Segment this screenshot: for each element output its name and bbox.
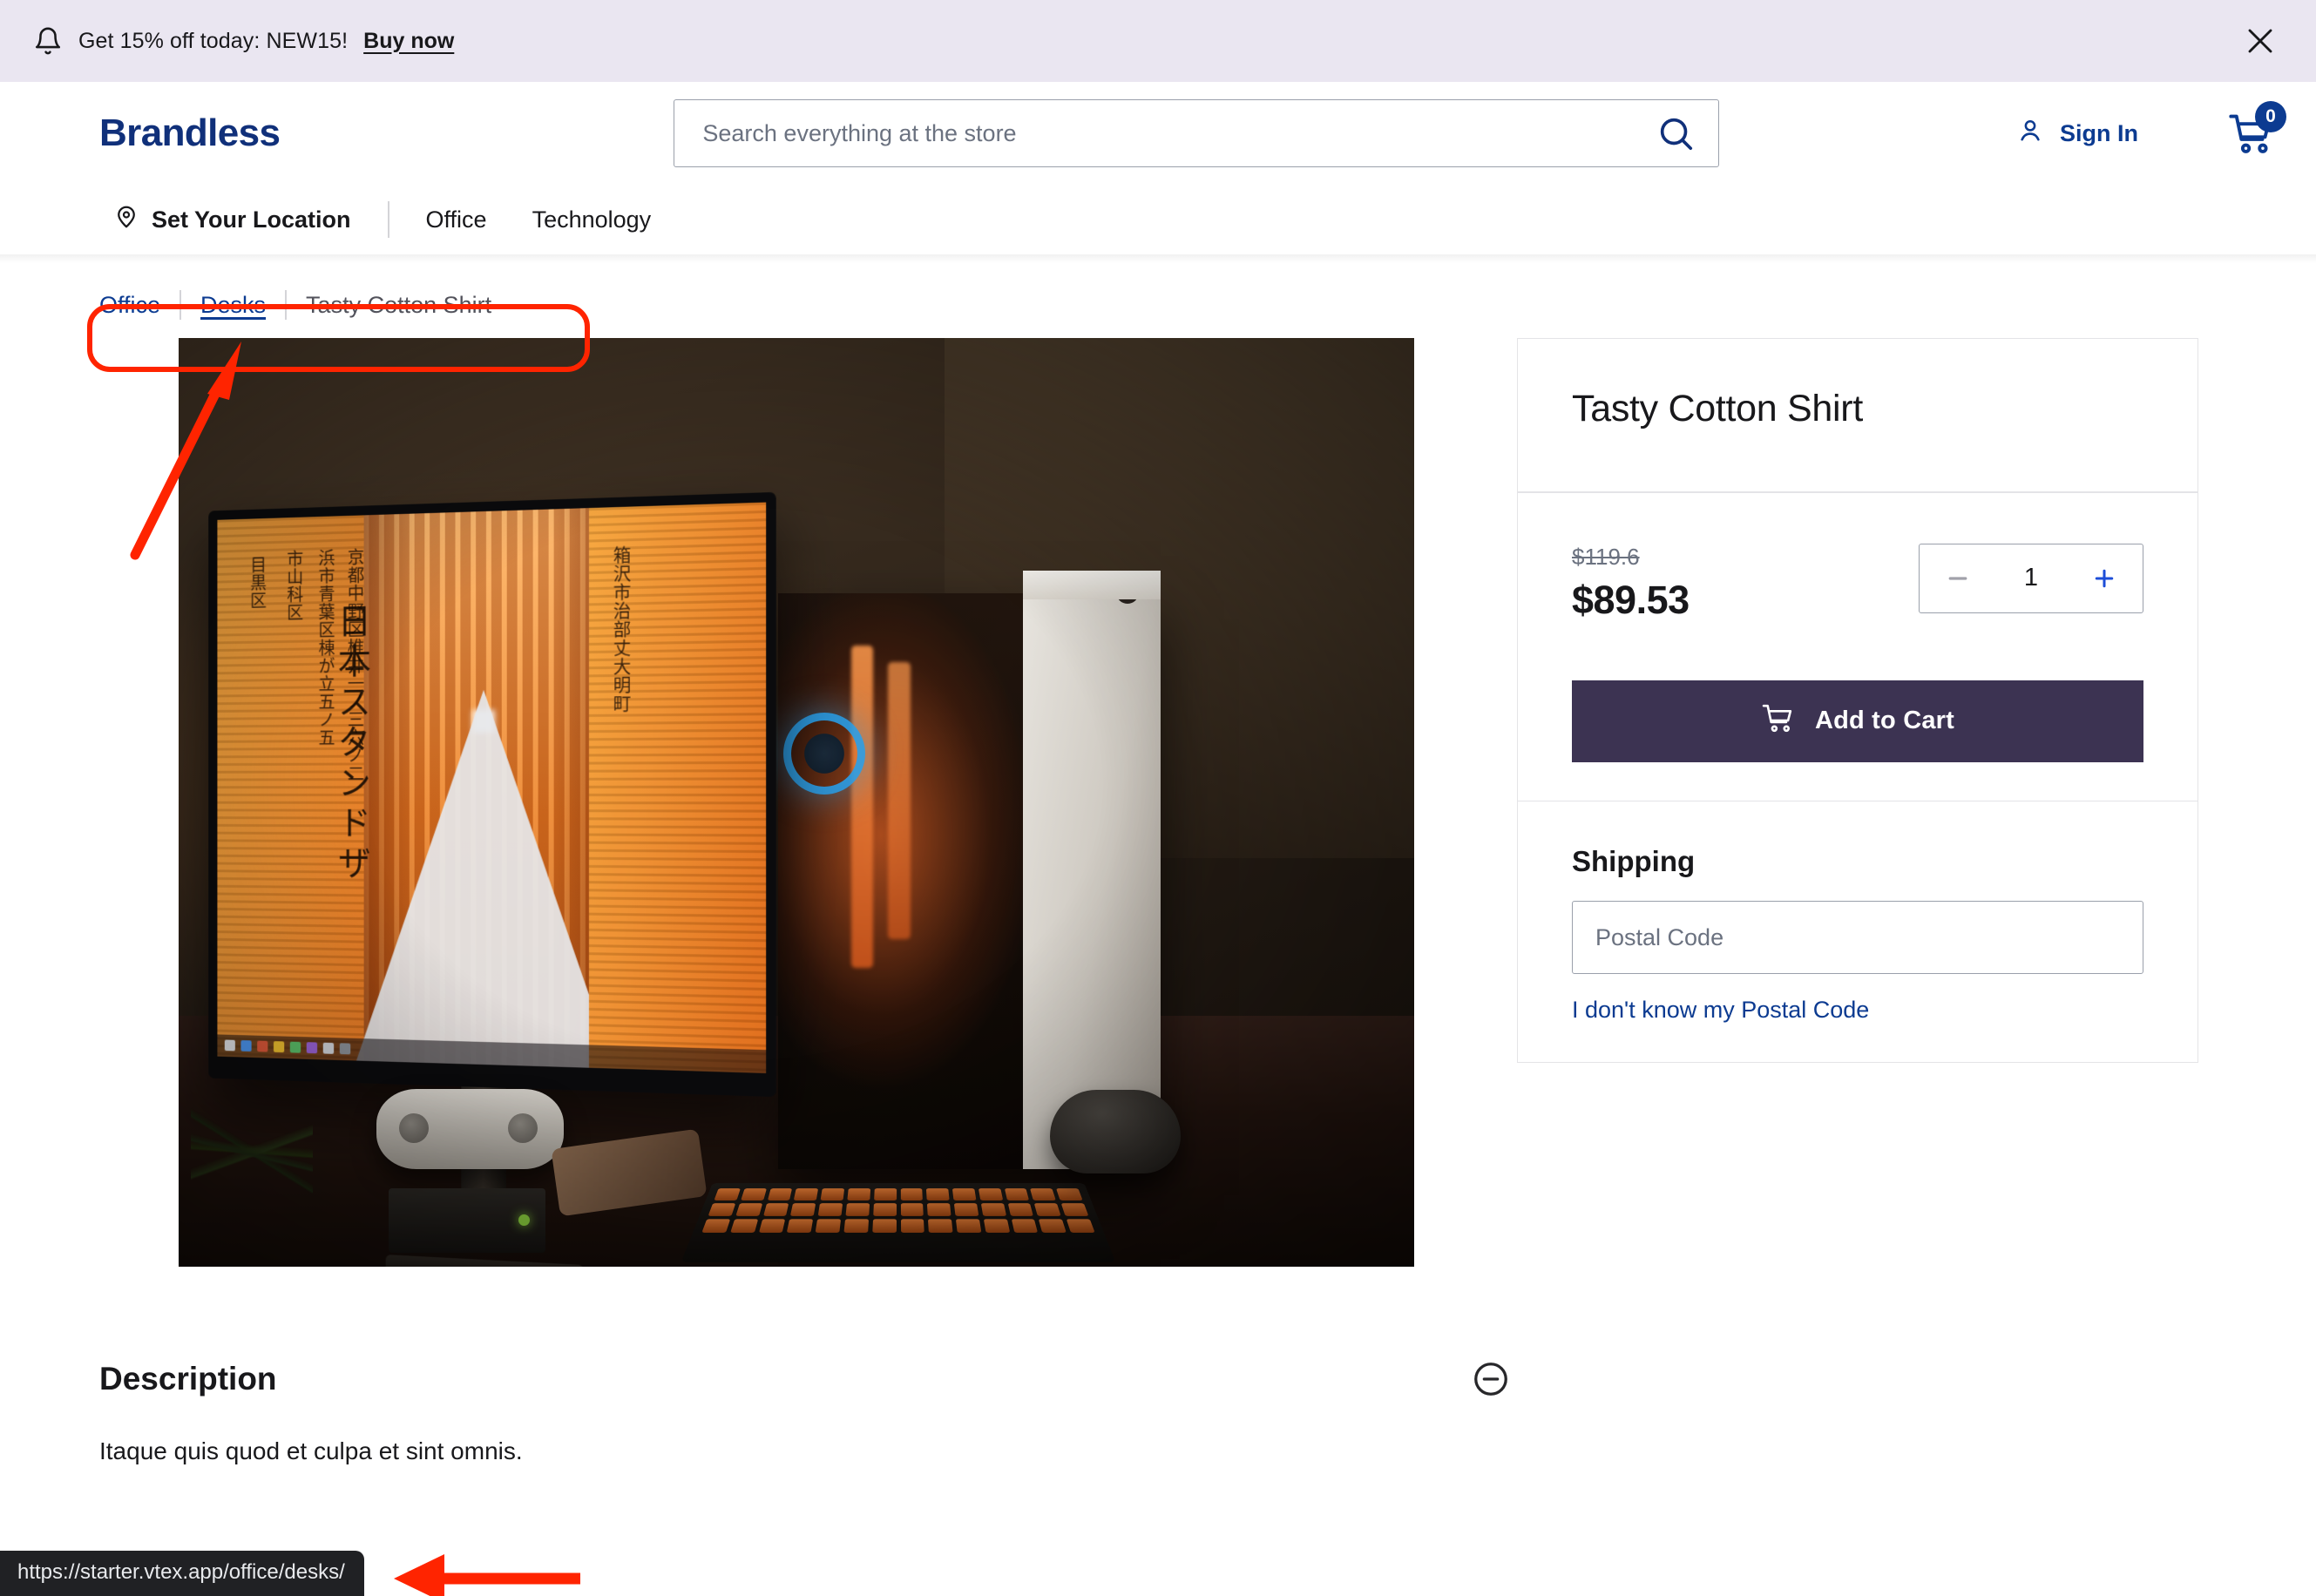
product-image[interactable]: 日本スタンドザ 目黒区 市山科区 浜市青葉区棟が立五ノ五 京都中野区椎井一ノ三六… [179, 338, 1414, 1267]
keyboard [681, 1182, 1115, 1262]
quantity-stepper[interactable]: 1 [1919, 543, 2143, 613]
description-title: Description [99, 1361, 277, 1396]
brand-logo[interactable]: Brandless [99, 112, 281, 155]
close-icon[interactable] [2245, 25, 2276, 57]
location-pin-icon [113, 204, 139, 236]
set-location-label: Set Your Location [152, 206, 351, 233]
description-section: Description Itaque quis quod et culpa et… [0, 1359, 2316, 1465]
buybox-title-section: Tasty Cotton Shirt [1518, 339, 2197, 491]
screen-kanji-col: 浜市青葉区棟が立五ノ五 [315, 548, 335, 747]
cart-button[interactable]: 0 [2227, 101, 2286, 156]
product-photo: 日本スタンドザ 目黒区 市山科区 浜市青葉区棟が立五ノ五 京都中野区椎井一ノ三六… [179, 338, 1414, 1267]
header-actions: Sign In 0 [2015, 101, 2286, 156]
header-shadow [0, 254, 2316, 263]
minus-icon [1948, 576, 1967, 580]
selling-price: $89.53 [1572, 577, 1690, 622]
list-price: $119.6 [1572, 543, 1640, 570]
audio-interface [389, 1188, 546, 1254]
screen-kanji-col: 目黒区 [247, 555, 267, 610]
breadcrumb-item-desks[interactable]: Desks [200, 292, 266, 319]
user-icon [2015, 116, 2045, 152]
set-location-button[interactable]: Set Your Location [113, 204, 351, 236]
breadcrumb-separator [285, 290, 288, 320]
postal-code-help-link[interactable]: I don't know my Postal Code [1572, 997, 1869, 1024]
add-to-cart-label: Add to Cart [1814, 707, 1955, 734]
status-bar-url: https://starter.vtex.app/office/desks/ [0, 1551, 364, 1596]
shipping-title: Shipping [1572, 845, 1696, 877]
quantity-increment-button[interactable] [2085, 559, 2123, 598]
buybox-purchase-section: $119.6 $89.53 1 Add to Cart [1518, 493, 2197, 801]
description-header[interactable]: Description [99, 1359, 1511, 1399]
description-body: Itaque quis quod et culpa et sint omnis. [99, 1437, 523, 1464]
annotation-arrow-status-url [394, 1554, 580, 1596]
search-input[interactable] [701, 118, 1656, 148]
monitor-screen: 日本スタンドザ 目黒区 市山科区 浜市青葉区棟が立五ノ五 京都中野区椎井一ノ三六… [217, 502, 767, 1073]
cart-icon [1761, 701, 1796, 741]
header-main-row: Brandless Sign In [0, 82, 2316, 185]
breadcrumb-item-current: Tasty Cotton Shirt [306, 291, 492, 318]
gamepad [376, 1089, 564, 1170]
quantity-value: 1 [2023, 564, 2039, 592]
announcement-text: Get 15% off today: NEW15! [78, 28, 349, 53]
plus-icon [2095, 569, 2114, 587]
site-header: Brandless Sign In [0, 82, 2316, 263]
screen-kanji-col: 箱沢市治部丈大明町 [610, 545, 632, 713]
quantity-decrement-button[interactable] [1939, 559, 1977, 598]
search-icon[interactable] [1656, 113, 1696, 153]
screen-kanji-col: 京都中野区椎井一ノ三六ノ二 [344, 547, 365, 782]
bell-icon [33, 26, 63, 56]
sign-in-label: Sign In [2060, 119, 2138, 146]
header-nav-row: Set Your Location Office Technology [0, 185, 2316, 254]
search-bar[interactable] [674, 99, 1720, 167]
mouse [1049, 1090, 1181, 1174]
product-main: 日本スタンドザ 目黒区 市山科区 浜市青葉区棟が立五ノ五 京都中野区椎井一ノ三六… [0, 324, 2316, 1267]
price-block: $119.6 $89.53 [1572, 544, 1690, 623]
nav-link-office[interactable]: Office [426, 206, 487, 233]
circle-minus-icon[interactable] [1471, 1359, 1511, 1399]
product-buybox: Tasty Cotton Shirt $119.6 $89.53 1 Add t… [1517, 338, 2198, 1063]
sign-in-button[interactable]: Sign In [2015, 116, 2138, 152]
pc-case [777, 570, 1161, 1170]
announcement-content: Get 15% off today: NEW15! Buy now [33, 26, 454, 56]
nav-divider [387, 201, 389, 238]
shipping-section: Shipping I don't know my Postal Code [1518, 801, 2197, 1062]
announcement-bar: Get 15% off today: NEW15! Buy now [0, 0, 2316, 82]
plant [191, 1047, 314, 1248]
postal-code-input[interactable] [1572, 901, 2143, 974]
add-to-cart-button[interactable]: Add to Cart [1572, 680, 2143, 762]
nav-link-technology[interactable]: Technology [532, 206, 652, 233]
price-row: $119.6 $89.53 1 [1572, 531, 2143, 623]
screen-kanji-col: 市山科区 [283, 549, 304, 622]
monitor: 日本スタンドザ 目黒区 市山科区 浜市青葉区棟が立五ノ五 京都中野区椎井一ノ三六… [208, 491, 776, 1267]
cart-count-badge: 0 [2255, 101, 2286, 132]
breadcrumb-item-office[interactable]: Office [99, 292, 160, 319]
page-title: Tasty Cotton Shirt [1572, 388, 1863, 429]
breadcrumb-separator [179, 290, 182, 320]
breadcrumb: Office Desks Tasty Cotton Shirt [0, 263, 2316, 324]
buy-now-link[interactable]: Buy now [363, 29, 454, 54]
